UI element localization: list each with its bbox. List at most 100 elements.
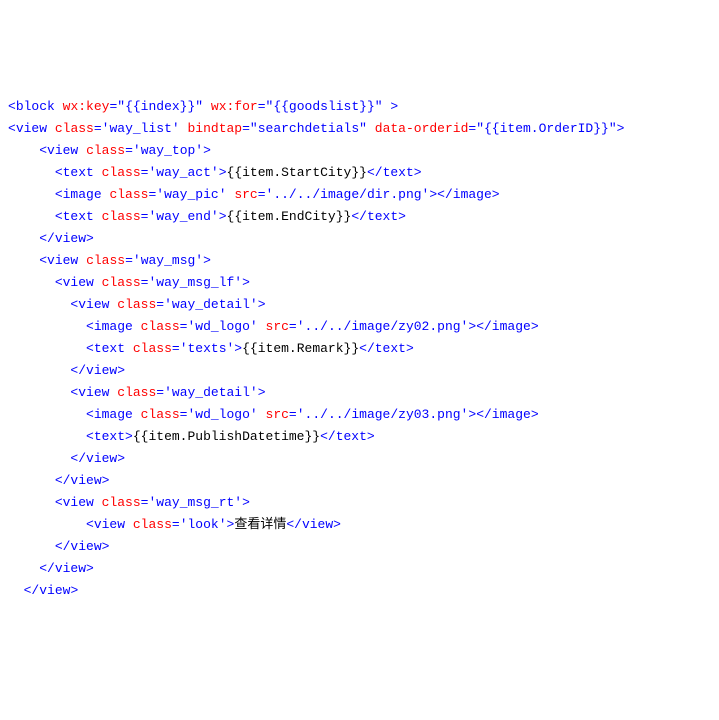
token-tag: view (47, 253, 78, 268)
token-attr-val: 'way_end' (148, 209, 218, 224)
token-attr-eq: = (156, 385, 164, 400)
token-plain (125, 517, 133, 532)
token-punc: </ (367, 165, 383, 180)
code-line[interactable]: <view class='way_detail'> (8, 294, 711, 316)
token-punc: > (242, 275, 250, 290)
token-plain (94, 209, 102, 224)
token-plain (94, 275, 102, 290)
code-line[interactable]: </view> (8, 470, 711, 492)
code-line[interactable]: <image class='wd_logo' src='../../image/… (8, 404, 711, 426)
token-tag: view (63, 275, 94, 290)
token-punc: </ (351, 209, 367, 224)
code-line[interactable]: </view> (8, 536, 711, 558)
token-plain (94, 165, 102, 180)
token-attr-eq: = (289, 319, 297, 334)
token-punc: < (39, 143, 47, 158)
token-attr-val: '../../image/zy02.png' (297, 319, 469, 334)
token-tag: text (63, 165, 94, 180)
code-line[interactable]: <view class='way_msg_lf'> (8, 272, 711, 294)
code-line[interactable]: <view class='way_top'> (8, 140, 711, 162)
token-attr-val: 'way_pic' (156, 187, 226, 202)
token-punc: > (117, 451, 125, 466)
token-attr-val: 'way_msg_lf' (148, 275, 242, 290)
token-attr-val: "{{item.OrderID}}" (476, 121, 616, 136)
token-punc: > (70, 583, 78, 598)
code-line[interactable]: </view> (8, 360, 711, 382)
token-attr-val: "{{index}}" (117, 99, 203, 114)
code-line[interactable]: <text class='way_end'>{{item.EndCity}}</… (8, 206, 711, 228)
token-attr-val: "{{goodslist}}" (266, 99, 383, 114)
token-punc: </ (70, 451, 86, 466)
code-line[interactable]: <block wx:key="{{index}}" wx:for="{{good… (8, 96, 711, 118)
code-line[interactable]: <view class='way_detail'> (8, 382, 711, 404)
token-attr-eq: = (156, 297, 164, 312)
token-attr-name: data-orderid (375, 121, 469, 136)
token-punc: > (367, 429, 375, 444)
token-attr-name: class (117, 385, 156, 400)
token-punc: > (414, 165, 422, 180)
token-punc: </ (70, 363, 86, 378)
token-punc: > (125, 429, 133, 444)
token-punc: < (8, 121, 16, 136)
token-tag: view (47, 143, 78, 158)
token-attr-name: class (102, 495, 141, 510)
token-attr-val: 'way_detail' (164, 297, 258, 312)
token-plain (203, 99, 211, 114)
code-line[interactable]: <image class='wd_logo' src='../../image/… (8, 316, 711, 338)
code-line[interactable]: <view class='way_msg'> (8, 250, 711, 272)
code-block: <block wx:key="{{index}}" wx:for="{{good… (8, 96, 711, 602)
token-punc: > (86, 561, 94, 576)
code-line[interactable]: <image class='way_pic' src='../../image/… (8, 184, 711, 206)
token-punc: < (55, 275, 63, 290)
token-attr-name: class (109, 187, 148, 202)
token-punc: > (102, 539, 110, 554)
code-line[interactable]: <view class='way_msg_rt'> (8, 492, 711, 514)
code-line[interactable]: </view> (8, 228, 711, 250)
token-attr-eq: = (125, 253, 133, 268)
token-punc: </ (55, 473, 71, 488)
code-line[interactable]: </view> (8, 580, 711, 602)
token-attr-name: src (234, 187, 257, 202)
token-plain (55, 99, 63, 114)
code-line[interactable]: </view> (8, 558, 711, 580)
token-attr-name: class (141, 407, 180, 422)
token-attr-eq: = (172, 341, 180, 356)
token-tag: view (70, 473, 101, 488)
token-punc: < (39, 253, 47, 268)
token-tag: block (16, 99, 55, 114)
token-attr-name: class (86, 253, 125, 268)
code-line[interactable]: <text>{{item.PublishDatetime}}</text> (8, 426, 711, 448)
token-punc: > (86, 231, 94, 246)
token-plain (180, 121, 188, 136)
token-tag: view (78, 385, 109, 400)
token-tag: text (94, 341, 125, 356)
token-attr-val: 'way_msg_rt' (148, 495, 242, 510)
token-punc: > (102, 473, 110, 488)
token-attr-name: class (133, 517, 172, 532)
code-line[interactable]: <text class='texts'>{{item.Remark}}</tex… (8, 338, 711, 360)
code-line[interactable]: <view class='look'>查看详情</view> (8, 514, 711, 536)
code-line[interactable]: </view> (8, 448, 711, 470)
token-punc: > (203, 143, 211, 158)
token-attr-name: bindtap (188, 121, 243, 136)
code-line[interactable]: <text class='way_act'>{{item.StartCity}}… (8, 162, 711, 184)
token-attr-name: src (266, 319, 289, 334)
token-punc: < (86, 407, 94, 422)
token-attr-eq: = (258, 99, 266, 114)
token-punc: > (398, 209, 406, 224)
token-tag: image (94, 319, 133, 334)
code-line[interactable]: <view class='way_list' bindtap="searchde… (8, 118, 711, 140)
token-plain (258, 407, 266, 422)
token-attr-eq: = (289, 407, 297, 422)
token-punc: > (531, 319, 539, 334)
token-text-content: {{item.EndCity}} (227, 209, 352, 224)
token-punc: </ (476, 319, 492, 334)
token-attr-val: 'texts' (180, 341, 235, 356)
token-attr-name: wx:key (63, 99, 110, 114)
token-tag: text (336, 429, 367, 444)
token-tag: view (70, 539, 101, 554)
token-punc: </ (39, 231, 55, 246)
token-attr-val: "searchdetials" (250, 121, 367, 136)
token-tag: view (55, 231, 86, 246)
token-punc: </ (476, 407, 492, 422)
